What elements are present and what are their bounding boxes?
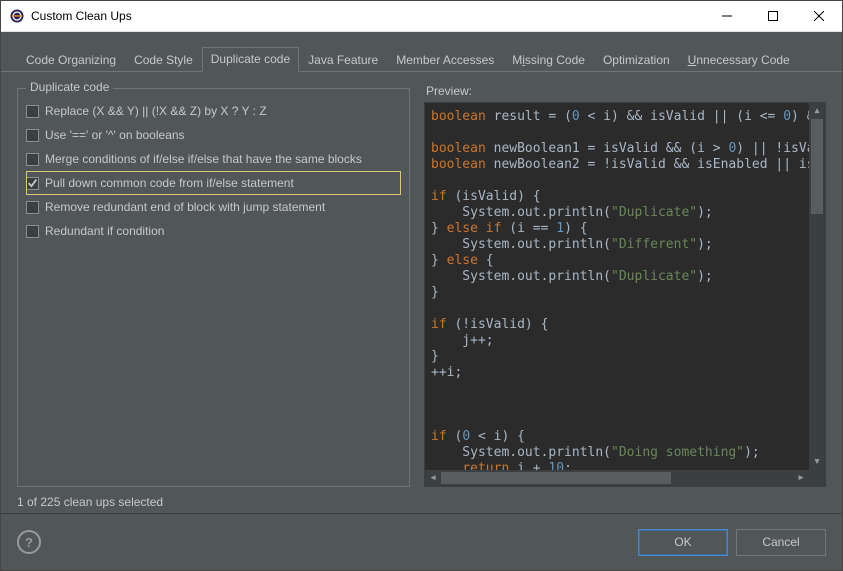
dialog-body: Code OrganizingCode StyleDuplicate codeJ… (1, 32, 842, 570)
horizontal-scrollbar[interactable]: ◂ ▸ (425, 470, 809, 486)
checkbox[interactable] (26, 153, 39, 166)
tab-member-accesses[interactable]: Member Accesses (387, 48, 503, 72)
window-title: Custom Clean Ups (31, 9, 704, 23)
tab-code-organizing[interactable]: Code Organizing (17, 48, 125, 72)
checkbox[interactable] (26, 129, 39, 142)
checkbox[interactable] (26, 201, 39, 214)
dialog-window: Custom Clean Ups Code OrganizingCode Sty… (0, 0, 843, 571)
group-legend: Duplicate code (26, 80, 113, 94)
scroll-up-icon[interactable]: ▴ (809, 103, 825, 119)
duplicate-code-group: Duplicate code Replace (X && Y) || (!X &… (17, 88, 410, 487)
vscroll-thumb[interactable] (811, 119, 823, 214)
hscroll-thumb[interactable] (441, 472, 671, 484)
checkbox[interactable] (26, 177, 39, 190)
vertical-scrollbar[interactable]: ▴ ▾ (809, 103, 825, 470)
scroll-down-icon[interactable]: ▾ (809, 454, 825, 470)
minimize-button[interactable] (704, 1, 750, 31)
option-label: Remove redundant end of block with jump … (45, 200, 325, 214)
tab-bar: Code OrganizingCode StyleDuplicate codeJ… (1, 32, 842, 72)
tab-duplicate-code[interactable]: Duplicate code (202, 47, 299, 72)
tab-missing-code[interactable]: Missing Code (503, 48, 594, 72)
option-label: Use '==' or '^' on booleans (45, 128, 185, 142)
checkbox[interactable] (26, 225, 39, 238)
footer: ? OK Cancel (1, 513, 842, 570)
tab-unnecessary-code[interactable]: Unnecessary Code (679, 48, 799, 72)
option-3[interactable]: Pull down common code from if/else state… (26, 171, 401, 195)
option-label: Redundant if condition (45, 224, 164, 238)
tab-code-style[interactable]: Code Style (125, 48, 202, 72)
option-0[interactable]: Replace (X && Y) || (!X && Z) by X ? Y :… (26, 99, 401, 123)
option-5[interactable]: Redundant if condition (26, 219, 401, 243)
option-label: Merge conditions of if/else if/else that… (45, 152, 362, 166)
code-text: boolean result = (0 < i) && isValid || (… (425, 103, 825, 477)
option-1[interactable]: Use '==' or '^' on booleans (26, 123, 401, 147)
preview-code: boolean result = (0 < i) && isValid || (… (424, 102, 826, 487)
option-label: Replace (X && Y) || (!X && Z) by X ? Y :… (45, 104, 267, 118)
content-area: Duplicate code Replace (X && Y) || (!X &… (1, 72, 842, 495)
cancel-button[interactable]: Cancel (736, 529, 826, 556)
status-text: 1 of 225 clean ups selected (1, 495, 842, 513)
scroll-right-icon[interactable]: ▸ (793, 470, 809, 486)
checkbox[interactable] (26, 105, 39, 118)
options-panel: Duplicate code Replace (X && Y) || (!X &… (17, 82, 410, 487)
preview-label: Preview: (426, 84, 826, 98)
close-button[interactable] (796, 1, 842, 31)
tab-optimization[interactable]: Optimization (594, 48, 679, 72)
scroll-left-icon[interactable]: ◂ (425, 470, 441, 486)
option-4[interactable]: Remove redundant end of block with jump … (26, 195, 401, 219)
ok-button[interactable]: OK (638, 529, 728, 556)
preview-panel: Preview: boolean result = (0 < i) && isV… (424, 82, 826, 487)
scrollbar-corner (809, 470, 825, 486)
option-2[interactable]: Merge conditions of if/else if/else that… (26, 147, 401, 171)
option-label: Pull down common code from if/else state… (45, 176, 294, 190)
title-bar: Custom Clean Ups (1, 1, 842, 32)
maximize-button[interactable] (750, 1, 796, 31)
help-icon[interactable]: ? (17, 530, 41, 554)
tab-java-feature[interactable]: Java Feature (299, 48, 387, 72)
app-icon (9, 8, 25, 24)
